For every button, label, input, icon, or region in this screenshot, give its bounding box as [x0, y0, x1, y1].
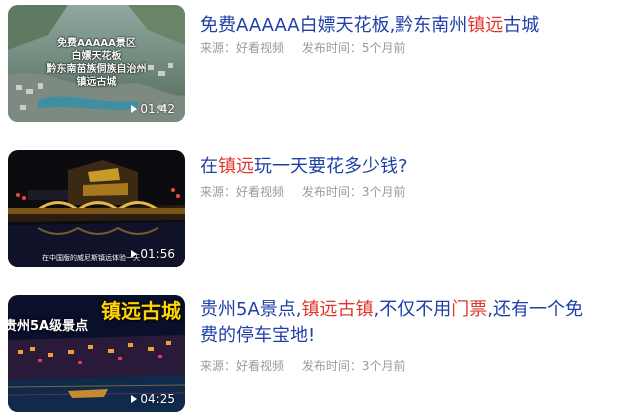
result-item-3[interactable]: 镇远古城 贵州5A级景点 04:25 贵州5A景点,镇远古镇,不仅不用门票,还有… [0, 295, 621, 415]
title-segment: 贵州5A景点, [200, 299, 302, 320]
result-title-1[interactable]: 免费AAAAA白嫖天花板,黔东南州镇远古城 [200, 13, 610, 39]
play-icon [131, 395, 138, 403]
play-icon [131, 250, 138, 258]
result-meta: 来源：好看视频 发布时间：3个月前 [200, 184, 419, 200]
publish-time: 发布时间：3个月前 [301, 359, 406, 373]
duration-badge: 01:42 [131, 102, 175, 116]
source-label: 来源：好看视频 [200, 359, 285, 373]
result-title-3[interactable]: 贵州5A景点,镇远古镇,不仅不用门票,还有一个免费的停车宝地! [200, 297, 600, 349]
title-highlight: 镇远 [218, 156, 254, 177]
video-caption: 在中国版的威尼斯镇远体验一天 [42, 254, 140, 262]
video-thumbnail-1[interactable]: 免费AAAAA景区 白嫖天花板 黔东南苗族侗族自治州 镇远古城 01:42 [8, 5, 185, 122]
duration-text: 04:25 [140, 392, 175, 406]
source-label: 来源：好看视频 [200, 41, 285, 55]
duration-text: 01:42 [140, 102, 175, 116]
title-segment: 玩一天要花多少钱? [254, 156, 408, 177]
overlay-side-label: 贵州5A级景点 [8, 319, 89, 334]
publish-time: 发布时间：5个月前 [301, 41, 406, 55]
overlay-text-line: 免费AAAAA景区 [57, 38, 136, 49]
result-meta: 来源：好看视频 发布时间：5个月前 [200, 40, 419, 56]
title-segment: 免费AAAAA白嫖天花板,黔东南州 [200, 15, 468, 36]
overlay-text-line: 白嫖天花板 [71, 51, 122, 62]
duration-text: 01:56 [140, 247, 175, 261]
result-item-2[interactable]: 在中国版的威尼斯镇远体验一天 01:56 在镇远玩一天要花多少钱? 来源：好看视… [0, 150, 621, 270]
overlay-text-line: 黔东南苗族侗族自治州 [46, 64, 147, 75]
play-icon [131, 105, 138, 113]
title-highlight: 镇远 [467, 15, 504, 36]
title-highlight: 镇远古镇 [301, 299, 374, 320]
duration-badge: 04:25 [131, 392, 175, 406]
title-highlight: 门票 [451, 299, 488, 320]
title-segment: 古城 [503, 15, 540, 36]
title-segment: 在 [200, 156, 218, 177]
result-meta: 来源：好看视频 发布时间：3个月前 [200, 358, 419, 374]
result-title-2[interactable]: 在镇远玩一天要花多少钱? [200, 154, 610, 180]
video-thumbnail-2[interactable]: 在中国版的威尼斯镇远体验一天 01:56 [8, 150, 185, 267]
duration-badge: 01:56 [131, 247, 175, 261]
overlay-text-line: 镇远古城 [76, 77, 117, 88]
overlay-big-title: 镇远古城 [101, 299, 181, 323]
title-segment: ,不仅不用 [373, 299, 452, 320]
source-label: 来源：好看视频 [200, 185, 285, 199]
publish-time: 发布时间：3个月前 [301, 185, 406, 199]
video-thumbnail-3[interactable]: 镇远古城 贵州5A级景点 04:25 [8, 295, 185, 412]
result-item-1[interactable]: 免费AAAAA景区 白嫖天花板 黔东南苗族侗族自治州 镇远古城 01:42 免费… [0, 5, 621, 125]
